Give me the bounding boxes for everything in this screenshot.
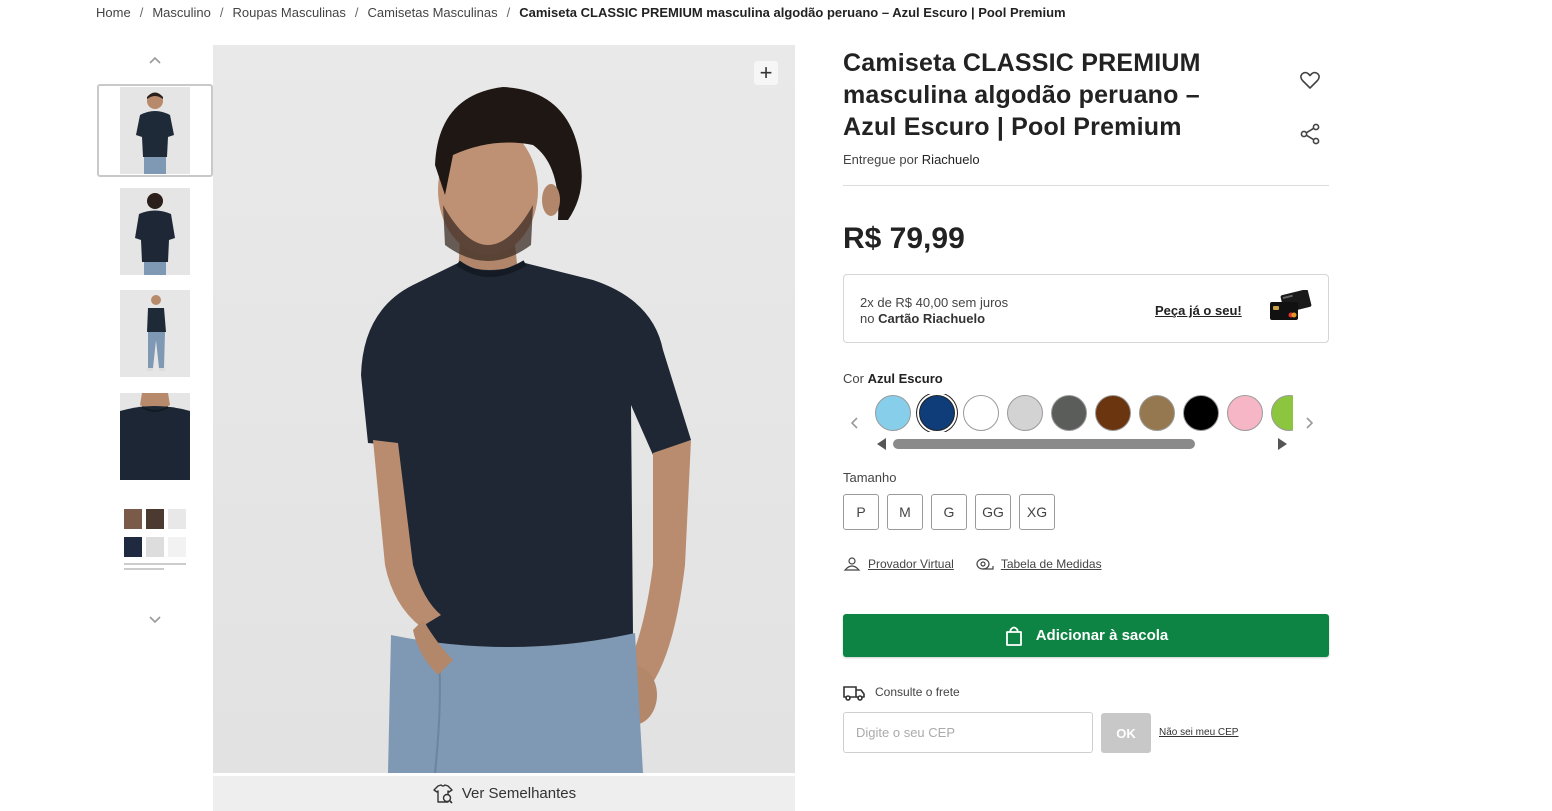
thumbnail-detail[interactable] [97,390,213,483]
color-swatch[interactable] [1227,395,1263,431]
swatches-prev-arrow-icon[interactable] [847,413,863,433]
color-swatch[interactable] [963,395,999,431]
product-price: R$ 79,99 [843,222,965,255]
add-to-bag-button[interactable]: Adicionar à sacola [843,614,1329,657]
thumbnail-full-body[interactable] [97,287,213,380]
color-swatch[interactable] [875,395,911,431]
installment-line2-prefix: no [860,311,875,326]
breadcrumb-separator: / [139,5,144,20]
thumbnail-catalog[interactable] [97,492,213,585]
person-icon [843,557,861,571]
breadcrumb-roupas-masculinas[interactable]: Roupas Masculinas [232,5,345,20]
tshirt-search-icon [433,783,453,804]
breadcrumb-separator: / [219,5,224,20]
color-swatch[interactable] [1051,395,1087,431]
shopping-bag-icon [1005,626,1022,646]
thumbnails-up-arrow-icon[interactable] [145,50,165,70]
thumbnail-image [120,290,190,377]
size-label: Tamanho [843,470,897,485]
delivered-by-prefix: Entregue por [843,152,919,167]
color-label: Cor Azul Escuro [843,371,943,386]
shipping-label: Consulte o frete [875,685,960,699]
size-options: P M G GG XG [843,494,1055,530]
thumbnail-image [120,87,190,174]
size-chart-label: Tabela de Medidas [1000,557,1102,571]
size-chart-link[interactable]: Tabela de Medidas [976,557,1102,571]
swatches-next-arrow-icon[interactable] [1301,413,1317,433]
measuring-tape-icon [976,558,994,570]
size-option-p[interactable]: P [843,494,879,530]
virtual-fitting-label: Provador Virtual [868,557,954,571]
view-similar-label: Ver Semelhantes [461,785,577,802]
delivered-by-seller: Riachuelo [921,152,980,167]
no-cep-link[interactable]: Não sei meu CEP [1159,727,1238,738]
thumbnail-image [120,188,190,275]
color-swatch[interactable] [1271,395,1293,431]
thumbnail-back[interactable] [97,185,213,278]
order-card-link[interactable]: Peça já o seu! [1155,303,1242,318]
color-swatch[interactable] [1007,395,1043,431]
delivery-truck-icon [843,686,865,701]
installment-card-name: Cartão Riachuelo [878,311,986,326]
product-title: Camiseta CLASSIC PREMIUM masculina algod… [843,49,1201,141]
breadcrumb-camisetas-masculinas[interactable]: Camisetas Masculinas [368,5,498,20]
divider [843,185,1329,186]
thumbnails-down-arrow-icon[interactable] [145,610,165,630]
credit-cards-icon [1270,290,1312,320]
color-swatch[interactable] [919,395,955,431]
size-option-xg[interactable]: XG [1019,494,1055,530]
breadcrumb-masculino[interactable]: Masculino [152,5,211,20]
size-option-gg[interactable]: GG [975,494,1011,530]
swatches-scrollbar[interactable] [877,438,1287,450]
breadcrumb-current: Camiseta CLASSIC PREMIUM masculina algod… [519,5,1066,20]
installment-text: 2x de R$ 40,00 sem juros no Cartão Riach… [860,295,1008,327]
add-to-bag-label: Adicionar à sacola [1035,627,1169,644]
scrollbar-left-arrow-icon[interactable] [877,438,886,450]
color-swatch[interactable] [1095,395,1131,431]
color-swatches [873,394,1293,432]
installment-box: 2x de R$ 40,00 sem juros no Cartão Riach… [843,274,1329,343]
breadcrumb: Home / Masculino / Roupas Masculinas / Camiset… [96,5,1066,20]
thumbnail-image [120,495,190,582]
color-swatch[interactable] [1139,395,1175,431]
installment-line2: no Cartão Riachuelo [860,311,1008,327]
zoom-button[interactable]: + [754,61,778,85]
main-product-image[interactable]: + [213,45,795,773]
breadcrumb-separator: / [506,5,511,20]
model-photo [361,87,691,773]
size-option-m[interactable]: M [887,494,923,530]
shipping-check: Consulte o frete [843,683,960,701]
cep-input[interactable] [843,712,1093,753]
breadcrumb-separator: / [354,5,359,20]
thumbnail-front[interactable] [97,84,213,177]
installment-line1: 2x de R$ 40,00 sem juros [860,295,1009,310]
thumbnail-image [120,393,190,480]
size-option-g[interactable]: G [931,494,967,530]
color-swatch[interactable] [1183,395,1219,431]
cep-ok-button[interactable]: OK [1101,713,1151,753]
breadcrumb-home[interactable]: Home [96,5,131,20]
scrollbar-thumb[interactable] [893,439,1195,449]
delivered-by: Entregue por Riachuelo [843,152,980,167]
color-label-prefix: Cor [843,371,864,386]
fit-links: Provador Virtual Tabela de Medidas [843,557,1102,571]
virtual-fitting-link[interactable]: Provador Virtual [843,557,954,571]
share-icon[interactable] [1298,122,1322,146]
view-similar-button[interactable]: Ver Semelhantes [213,776,795,811]
scrollbar-right-arrow-icon[interactable] [1278,438,1287,450]
heart-icon[interactable] [1298,68,1322,92]
color-selected-name: Azul Escuro [867,371,943,386]
